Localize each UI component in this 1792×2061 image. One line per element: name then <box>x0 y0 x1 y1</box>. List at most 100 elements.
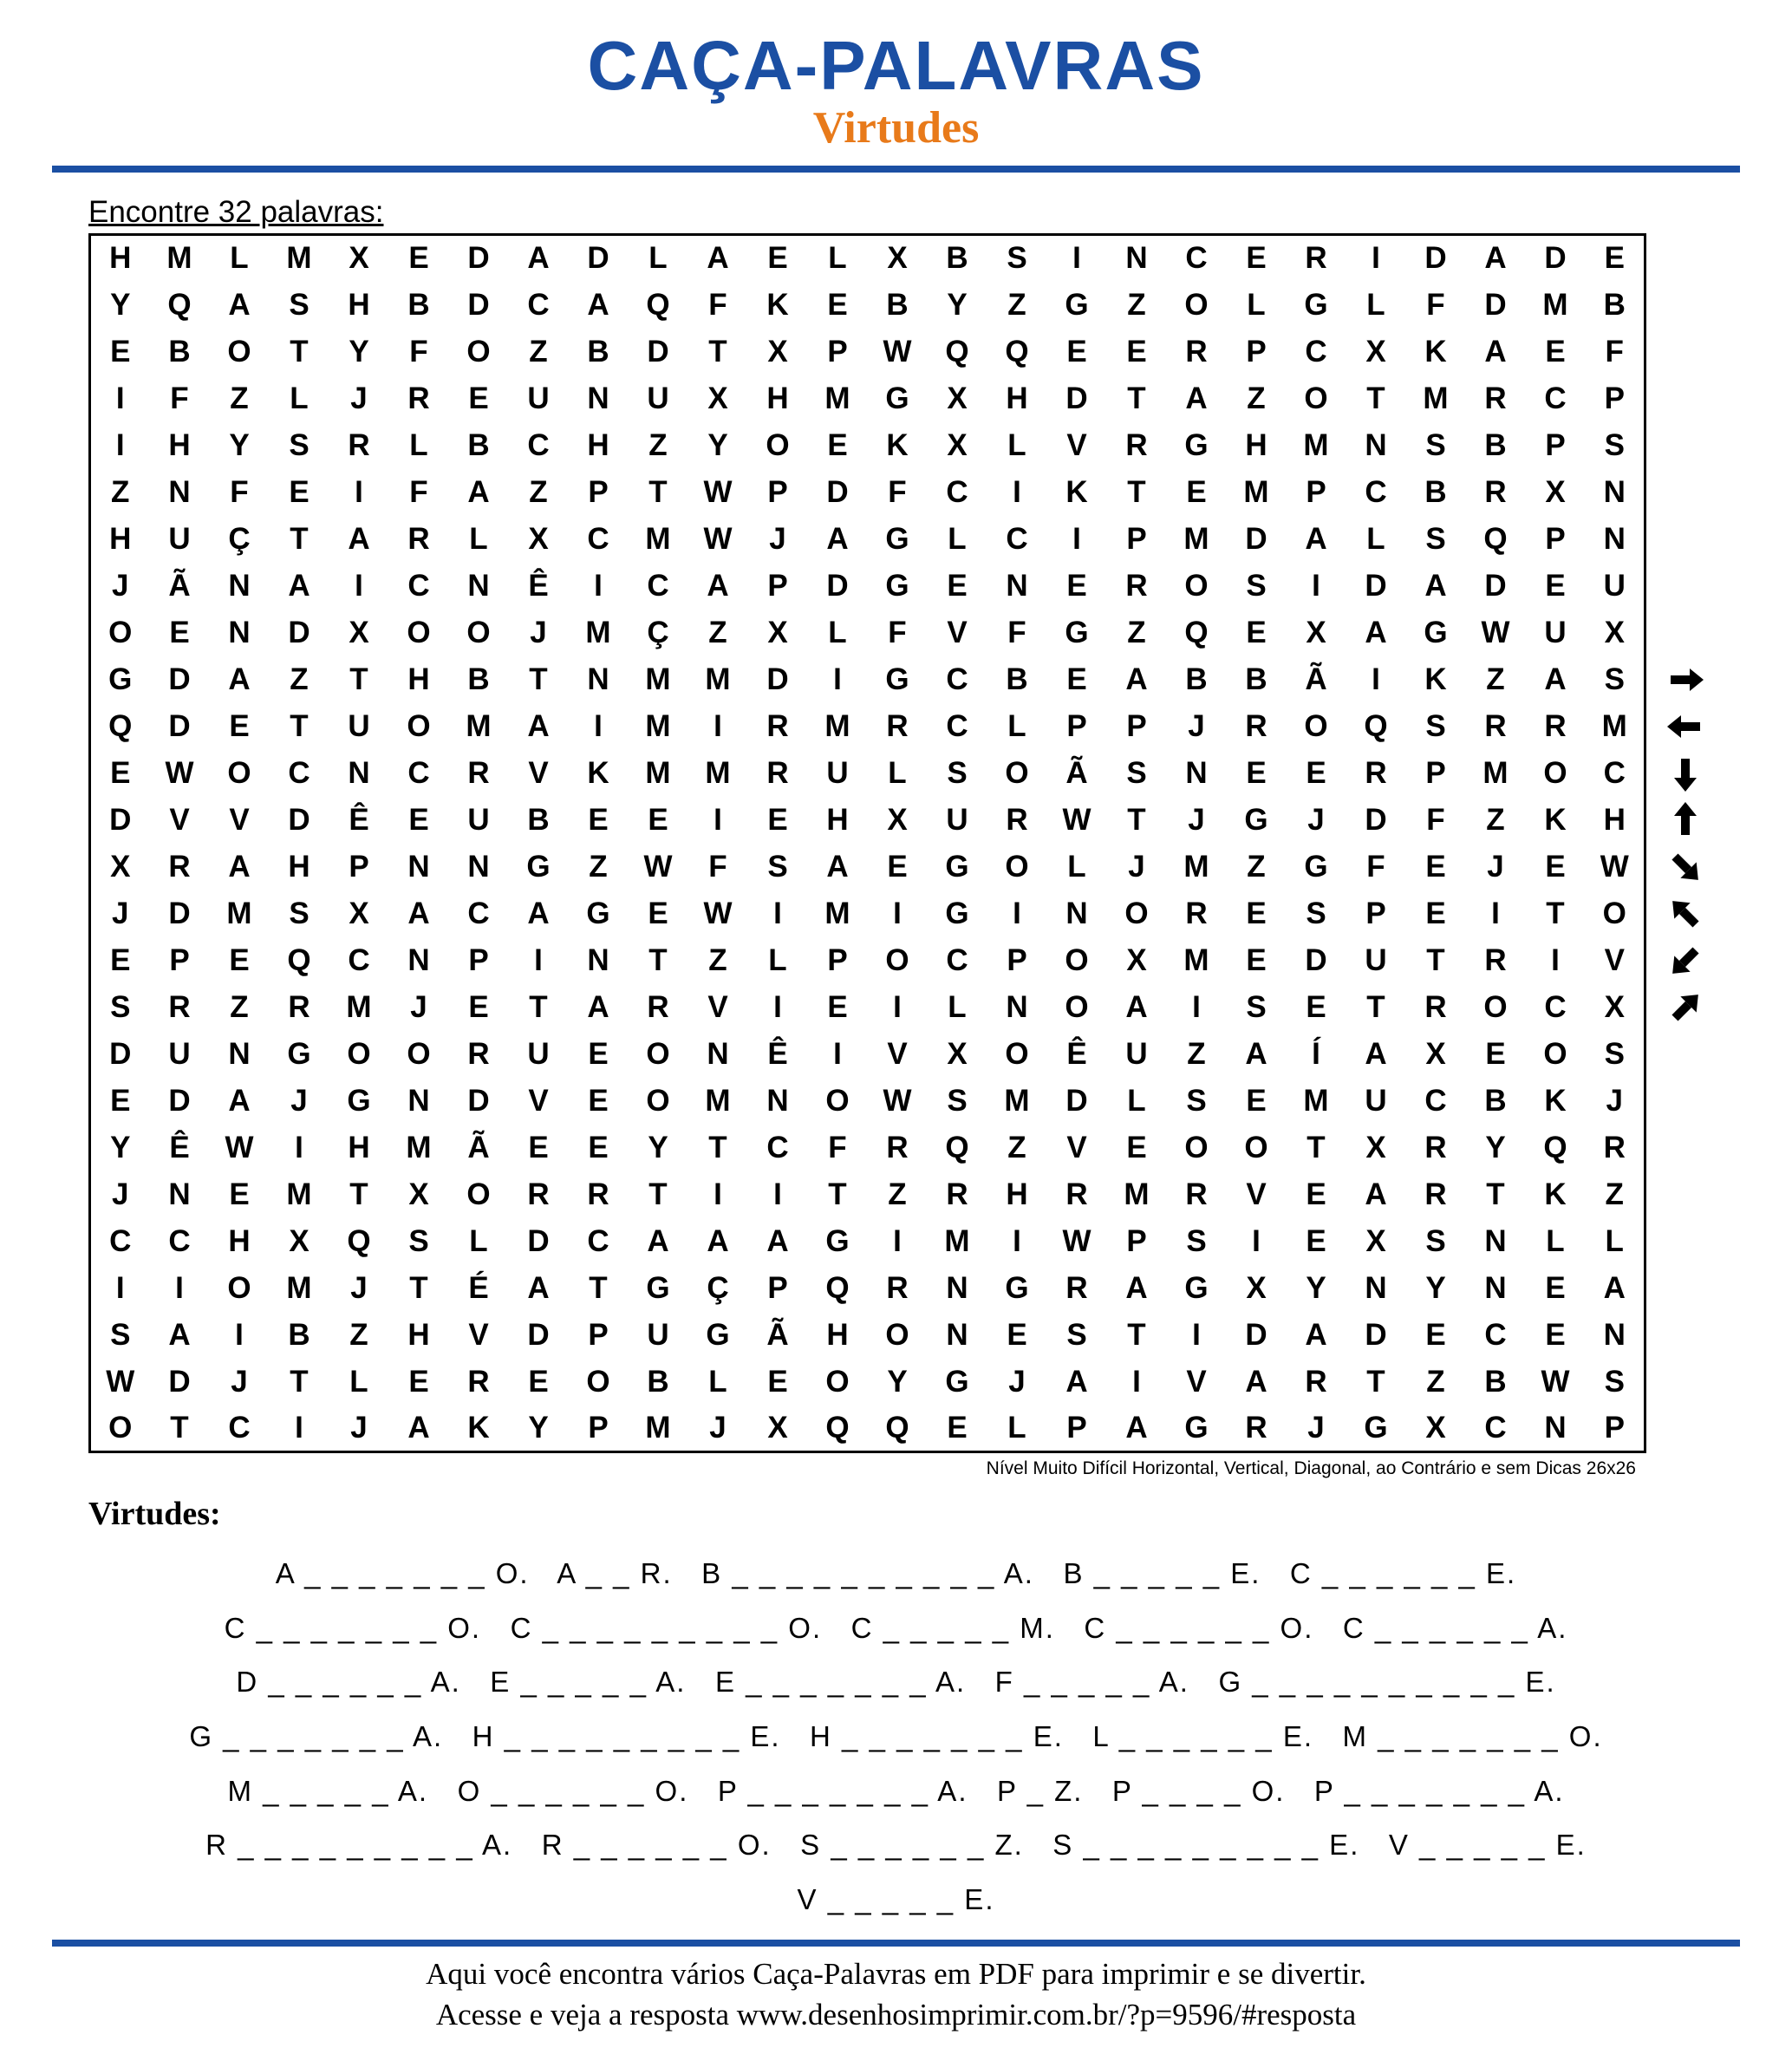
grid-cell: S <box>1586 422 1645 469</box>
grid-cell: X <box>1107 937 1167 984</box>
grid-cell: I <box>90 422 150 469</box>
grid-cell: W <box>1526 1359 1586 1406</box>
grid-cell: R <box>569 1171 629 1218</box>
grid-cell: E <box>1287 750 1346 797</box>
grid-cell: R <box>1167 329 1227 375</box>
grid-row: XRAHPNNGZWFSAEGOLJMZGFEJEW <box>90 844 1645 890</box>
grid-cell: I <box>270 1125 329 1171</box>
grid-cell: N <box>569 375 629 422</box>
grid-cell: X <box>90 844 150 890</box>
grid-cell: Q <box>987 329 1047 375</box>
grid-cell: R <box>509 1171 569 1218</box>
footer-line-1: Aqui você encontra vários Caça-Palavras … <box>52 1953 1740 1994</box>
grid-cell: W <box>1047 797 1107 844</box>
grid-cell: G <box>928 1359 987 1406</box>
grid-cell: C <box>987 516 1047 563</box>
grid-row: CCHXQSLDCAAAGIMIWPSIEXSNLL <box>90 1218 1645 1265</box>
grid-row: JNEMTXORRTIITZRHRMRVEARTKZ <box>90 1171 1645 1218</box>
grid-cell: R <box>1406 1125 1466 1171</box>
grid-cell: X <box>868 235 928 282</box>
grid-cell: D <box>449 1078 509 1125</box>
grid-cell: A <box>210 844 270 890</box>
grid-cell: Ã <box>1287 656 1346 703</box>
grid-cell: Z <box>509 329 569 375</box>
grid-cell: O <box>210 1265 270 1312</box>
grid-cell: E <box>1227 890 1287 937</box>
grid-cell: H <box>90 516 150 563</box>
grid-cell: E <box>1227 937 1287 984</box>
grid-cell: P <box>1047 1406 1107 1452</box>
grid-cell: Z <box>688 610 748 656</box>
grid-cell: Z <box>569 844 629 890</box>
grid-cell: R <box>1107 563 1167 610</box>
grid-cell: P <box>569 469 629 516</box>
grid-cell: A <box>1346 1171 1406 1218</box>
grid-cell: E <box>1227 750 1287 797</box>
grid-row: EWOCNCRVKMMRULSOÃSNEERPMOC <box>90 750 1645 797</box>
grid-cell: H <box>150 422 210 469</box>
grid-cell: A <box>1227 1031 1287 1078</box>
grid-cell: O <box>1107 890 1167 937</box>
word-hint-line: V _ _ _ _ _ E. <box>87 1873 1705 1927</box>
grid-row: SAIBZHVDPUGÃHONESTIDADECEN <box>90 1312 1645 1359</box>
grid-cell: A <box>569 282 629 329</box>
grid-cell: M <box>1466 750 1526 797</box>
grid-cell: E <box>449 984 509 1031</box>
grid-cell: H <box>389 656 449 703</box>
grid-cell: D <box>1227 516 1287 563</box>
grid-cell: V <box>509 750 569 797</box>
grid-cell: K <box>1406 656 1466 703</box>
grid-cell: S <box>1586 1359 1645 1406</box>
grid-row: HMLMXEDADLAELXBSINCERIDADE <box>90 235 1645 282</box>
grid-cell: S <box>1227 984 1287 1031</box>
grid-cell: T <box>808 1171 868 1218</box>
grid-cell: G <box>868 375 928 422</box>
grid-cell: X <box>748 329 808 375</box>
grid-row: DUNGOORUEONÊIVXOÊUZAÍAXEOS <box>90 1031 1645 1078</box>
grid-cell: Z <box>1466 656 1526 703</box>
grid-cell: R <box>1167 890 1227 937</box>
grid-cell: Y <box>1287 1265 1346 1312</box>
grid-row: YQASHBDCAQFKEBYZGZOLGLFDMB <box>90 282 1645 329</box>
grid-cell: U <box>509 1031 569 1078</box>
grid-cell: E <box>1586 235 1645 282</box>
grid-cell: C <box>1346 469 1406 516</box>
grid-cell: E <box>748 797 808 844</box>
word-hint-list: A _ _ _ _ _ _ _ O. A _ _ R. B _ _ _ _ _ … <box>52 1547 1740 1927</box>
grid-cell: H <box>389 1312 449 1359</box>
grid-cell: R <box>1287 235 1346 282</box>
grid-cell: U <box>1586 563 1645 610</box>
grid-cell: M <box>270 1171 329 1218</box>
grid-cell: K <box>748 282 808 329</box>
grid-cell: E <box>90 937 150 984</box>
grid-cell: S <box>928 750 987 797</box>
grid-cell: E <box>808 984 868 1031</box>
grid-cell: Ç <box>688 1265 748 1312</box>
grid-cell: L <box>868 750 928 797</box>
grid-cell: R <box>449 1031 509 1078</box>
grid-cell: M <box>449 703 509 750</box>
grid-cell: E <box>748 235 808 282</box>
grid-cell: M <box>928 1218 987 1265</box>
grid-cell: W <box>150 750 210 797</box>
grid-cell: O <box>449 329 509 375</box>
grid-cell: R <box>449 1359 509 1406</box>
grid-cell: L <box>808 235 868 282</box>
grid-cell: C <box>389 750 449 797</box>
grid-cell: J <box>1167 797 1227 844</box>
grid-cell: R <box>1406 1171 1466 1218</box>
grid-cell: N <box>1047 890 1107 937</box>
grid-cell: B <box>928 235 987 282</box>
grid-cell: Ê <box>1047 1031 1107 1078</box>
arrow-down-icon <box>1665 753 1705 793</box>
grid-cell: B <box>1466 1078 1526 1125</box>
grid-cell: Z <box>210 375 270 422</box>
arrow-up-left-icon <box>1665 894 1705 934</box>
grid-row: EDAJGNDVEOMNOWSMDLSEMUCBKJ <box>90 1078 1645 1125</box>
grid-cell: A <box>688 235 748 282</box>
grid-cell: W <box>90 1359 150 1406</box>
grid-cell: M <box>1167 516 1227 563</box>
grid-cell: E <box>748 1359 808 1406</box>
grid-cell: L <box>210 235 270 282</box>
grid-cell: L <box>1107 1078 1167 1125</box>
